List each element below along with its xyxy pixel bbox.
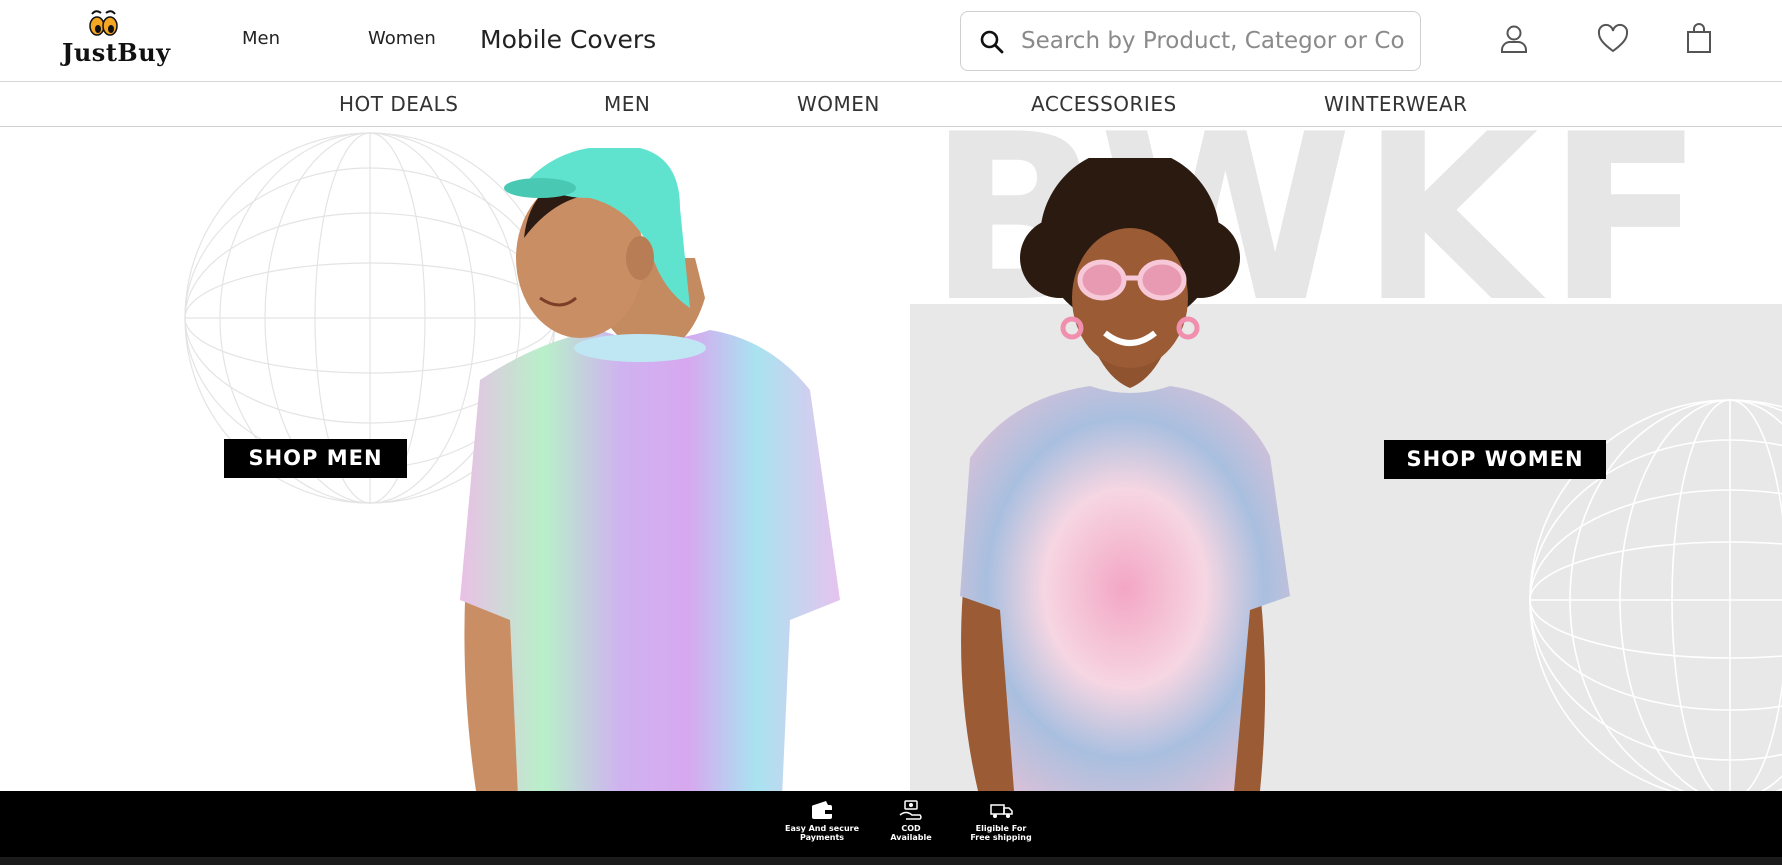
heart-icon[interactable] (1596, 22, 1630, 56)
top-header: JustBuy Men Women Mobile Covers (0, 0, 1782, 82)
model-women-image (960, 158, 1290, 791)
feature-free-shipping: Eligible For Free shipping (962, 799, 1040, 842)
shop-men-button[interactable]: SHOP MEN (224, 439, 407, 478)
category-hot-deals[interactable]: HOT DEALS (339, 92, 458, 116)
cash-hand-icon (899, 800, 922, 820)
category-women[interactable]: WOMEN (797, 92, 880, 116)
truck-icon (990, 804, 1013, 818)
top-nav-women[interactable]: Women (368, 28, 436, 49)
hero-men-panel[interactable]: SHOP MEN (0, 128, 910, 791)
feature-cod: COD Available (884, 799, 938, 842)
wallet-icon (812, 801, 832, 819)
logo-eyes-icon (89, 10, 118, 36)
feature-label: COD Available (890, 824, 932, 842)
feature-label: Easy And secure Payments (784, 824, 860, 842)
bag-icon[interactable] (1682, 22, 1716, 56)
hero-women-panel[interactable]: BWKF SHOP WOMEN (910, 128, 1782, 791)
model-men-image (460, 148, 840, 791)
search-box[interactable] (960, 11, 1421, 71)
user-icon[interactable] (1497, 22, 1531, 56)
hero-banner: SHOP MEN BWKF SHOP WOMEN (0, 128, 1782, 791)
footer-edge (0, 857, 1782, 865)
features-strip: Easy And secure Payments COD Available E… (0, 791, 1782, 857)
category-winterwear[interactable]: WINTERWEAR (1324, 92, 1468, 116)
top-nav-mobile-covers[interactable]: Mobile Covers (480, 25, 656, 54)
category-men[interactable]: MEN (604, 92, 650, 116)
shop-women-button[interactable]: SHOP WOMEN (1384, 440, 1606, 479)
top-nav-men[interactable]: Men (242, 28, 280, 49)
feature-label: Eligible For Free shipping (970, 824, 1032, 842)
brand-logo[interactable]: JustBuy (62, 6, 186, 70)
search-icon[interactable] (979, 29, 1005, 55)
feature-secure-payments: Easy And secure Payments (778, 799, 866, 842)
category-nav: HOT DEALS MEN WOMEN ACCESSORIES WINTERWE… (0, 83, 1782, 127)
category-accessories[interactable]: ACCESSORIES (1031, 92, 1177, 116)
brand-name: JustBuy (62, 38, 171, 67)
search-input[interactable] (1021, 22, 1406, 60)
